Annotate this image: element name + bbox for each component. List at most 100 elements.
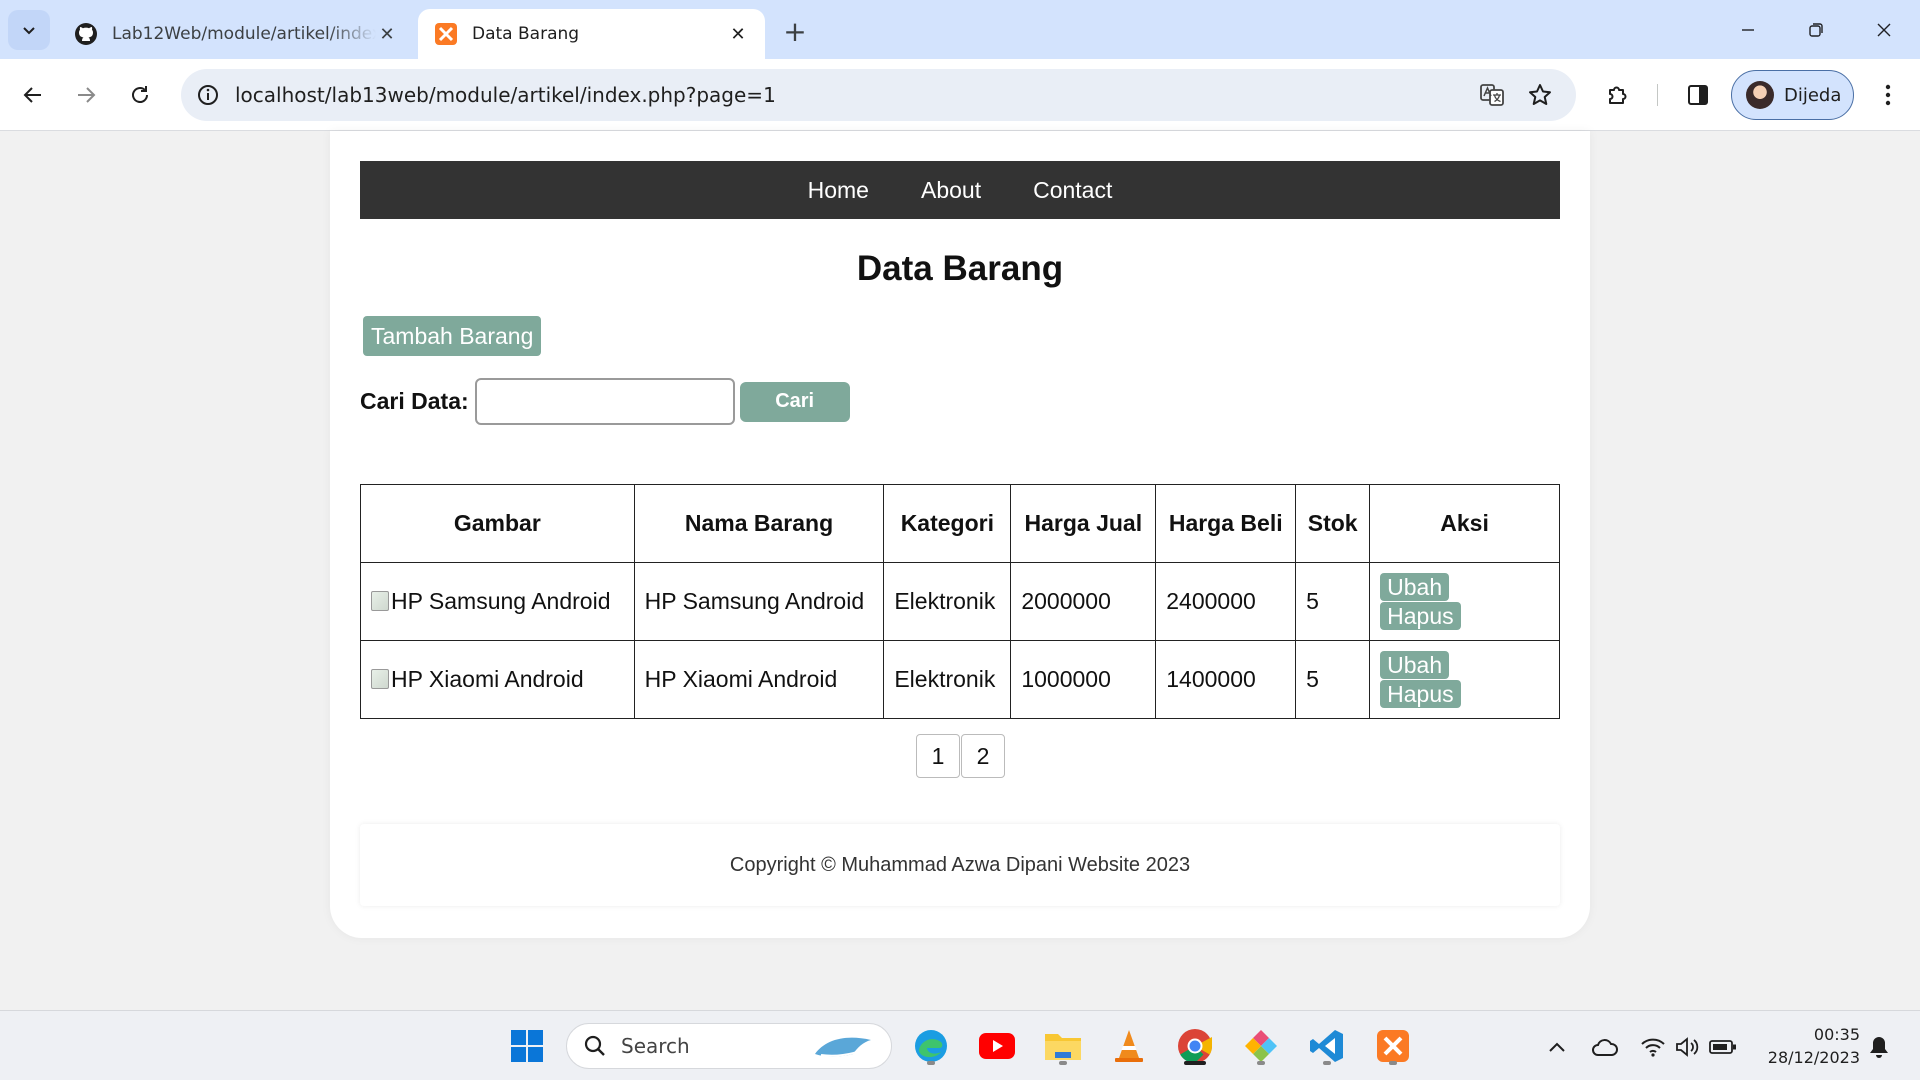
tab-data-barang[interactable]: Data Barang ✕: [418, 9, 765, 59]
youtube-icon: [979, 1033, 1015, 1059]
restore-icon: [1809, 23, 1823, 37]
puzzle-icon: [1609, 86, 1627, 104]
address-bar[interactable]: localhost/lab13web/module/artikel/index.…: [181, 69, 1576, 121]
taskbar-vscode[interactable]: [1304, 1023, 1350, 1069]
cell-nama: HP Samsung Android: [633, 562, 885, 641]
url-text[interactable]: localhost/lab13web/module/artikel/index.…: [235, 83, 776, 107]
bookmark-star-icon[interactable]: [1526, 81, 1554, 109]
items-table: Gambar Nama Barang Kategori Harga Jual H…: [360, 484, 1560, 719]
cell-harga-beli: 2400000: [1155, 562, 1297, 641]
search-icon: [584, 1035, 605, 1056]
delete-link[interactable]: Hapus: [1380, 601, 1461, 630]
minimize-icon: [1742, 29, 1754, 31]
tab-title: Data Barang: [472, 24, 580, 44]
reload-button[interactable]: [122, 77, 158, 113]
cell-harga-jual: 1000000: [1010, 640, 1157, 719]
minimize-button[interactable]: [1726, 12, 1770, 48]
search-button[interactable]: Cari: [739, 381, 850, 422]
taskbar-youtube[interactable]: [974, 1023, 1020, 1069]
extensions-button[interactable]: [1600, 77, 1636, 113]
xampp-icon: [1377, 1030, 1409, 1062]
vscode-icon: [1310, 1030, 1343, 1062]
delete-link[interactable]: Hapus: [1380, 679, 1461, 708]
wifi-button[interactable]: [1638, 1033, 1668, 1061]
search-highlight-icon: [815, 1037, 871, 1057]
edge-icon: [915, 1030, 947, 1062]
notifications-button[interactable]: [1864, 1033, 1894, 1061]
chevron-down-icon: [23, 27, 35, 35]
forward-button[interactable]: [68, 77, 104, 113]
folder-icon: [1045, 1034, 1081, 1060]
running-indicator: [1323, 1061, 1331, 1065]
page-link-2[interactable]: 2: [961, 734, 1005, 778]
nav-home[interactable]: Home: [808, 177, 869, 204]
taskbar-search[interactable]: Search: [566, 1023, 892, 1069]
search-label: Cari Data:: [360, 388, 469, 414]
search-form: Cari Data: Cari: [360, 378, 850, 425]
chrome-icon: [1178, 1029, 1212, 1063]
taskbar-xampp[interactable]: [1370, 1023, 1416, 1069]
edit-link[interactable]: Ubah: [1380, 650, 1450, 679]
table-header-row: Gambar Nama Barang Kategori Harga Jual H…: [360, 484, 1560, 563]
speaker-icon: [1676, 1037, 1699, 1057]
avatar: [1746, 81, 1774, 109]
page-title: Data Barang: [856, 249, 1064, 288]
taskbar-edge[interactable]: [908, 1023, 954, 1069]
cell-gambar: HP Xiaomi Android: [360, 640, 635, 719]
cell-stok: 5: [1295, 562, 1371, 641]
close-tab-icon[interactable]: ✕: [727, 23, 749, 45]
battery-icon: [1709, 1040, 1736, 1054]
taskbar-chrome[interactable]: [1172, 1023, 1218, 1069]
volume-button[interactable]: [1672, 1033, 1702, 1061]
taskbar-search-label: Search: [621, 1034, 690, 1058]
chevron-up-icon: [1549, 1042, 1565, 1052]
side-panel-button[interactable]: [1680, 77, 1716, 113]
tab-title: Lab12Web/module/artikel/index.php: [112, 24, 376, 44]
tab-lab12web[interactable]: Lab12Web/module/artikel/index.php ✕: [58, 9, 414, 59]
cell-harga-jual: 2000000: [1010, 562, 1157, 641]
taskbar-clock[interactable]: 00:35 28/12/2023: [1756, 1023, 1860, 1069]
cell-kategori: Elektronik: [883, 562, 1012, 641]
windows-taskbar: Search 00:35 28/12/2023: [0, 1010, 1920, 1080]
start-button[interactable]: [504, 1023, 550, 1069]
taskbar-file-explorer[interactable]: [1040, 1023, 1086, 1069]
translate-icon[interactable]: [1478, 81, 1506, 109]
site-info-icon[interactable]: [195, 82, 221, 108]
taskbar-git[interactable]: [1238, 1023, 1284, 1069]
close-tab-icon[interactable]: ✕: [376, 23, 398, 45]
nav-contact[interactable]: Contact: [1033, 177, 1112, 204]
xampp-icon: [434, 22, 458, 46]
battery-button[interactable]: [1708, 1033, 1738, 1061]
cell-harga-beli: 1400000: [1155, 640, 1297, 719]
tab-search-button[interactable]: [8, 10, 50, 50]
onedrive-button[interactable]: [1590, 1033, 1620, 1061]
edit-link[interactable]: Ubah: [1380, 572, 1450, 601]
table-row: HP Xiaomi Android HP Xiaomi Android Elek…: [360, 640, 1560, 719]
restore-button[interactable]: [1794, 12, 1838, 48]
new-tab-button[interactable]: +: [780, 15, 810, 48]
nav-about[interactable]: About: [921, 177, 981, 204]
toolbar-separator: [1657, 84, 1658, 106]
close-icon: [1877, 23, 1891, 37]
show-hidden-icons-button[interactable]: [1542, 1033, 1572, 1061]
arrow-right-icon: [78, 87, 96, 103]
search-input[interactable]: [474, 378, 735, 425]
profile-button[interactable]: Dijeda: [1731, 70, 1854, 120]
taskbar-vlc[interactable]: [1106, 1023, 1152, 1069]
clock-date: 28/12/2023: [1767, 1048, 1860, 1067]
browser-tab-bar: Lab12Web/module/artikel/index.php ✕ Data…: [0, 0, 1920, 59]
header-aksi: Aksi: [1369, 484, 1560, 563]
back-button[interactable]: [15, 77, 51, 113]
browser-menu-button[interactable]: [1870, 77, 1906, 113]
cell-aksi: Ubah Hapus: [1369, 640, 1560, 719]
close-window-button[interactable]: [1862, 12, 1906, 48]
page-viewport: Home About Contact Data Barang Tambah Ba…: [0, 131, 1920, 1010]
profile-name: Dijeda: [1784, 84, 1842, 106]
page-link-1[interactable]: 1: [916, 734, 960, 778]
header-nama-barang: Nama Barang: [633, 484, 885, 563]
windows-logo-icon: [511, 1030, 543, 1062]
add-item-button[interactable]: Tambah Barang: [363, 316, 542, 356]
bell-icon: [1870, 1037, 1888, 1058]
broken-image: HP Xiaomi Android: [371, 666, 584, 692]
cell-nama: HP Xiaomi Android: [633, 640, 885, 719]
